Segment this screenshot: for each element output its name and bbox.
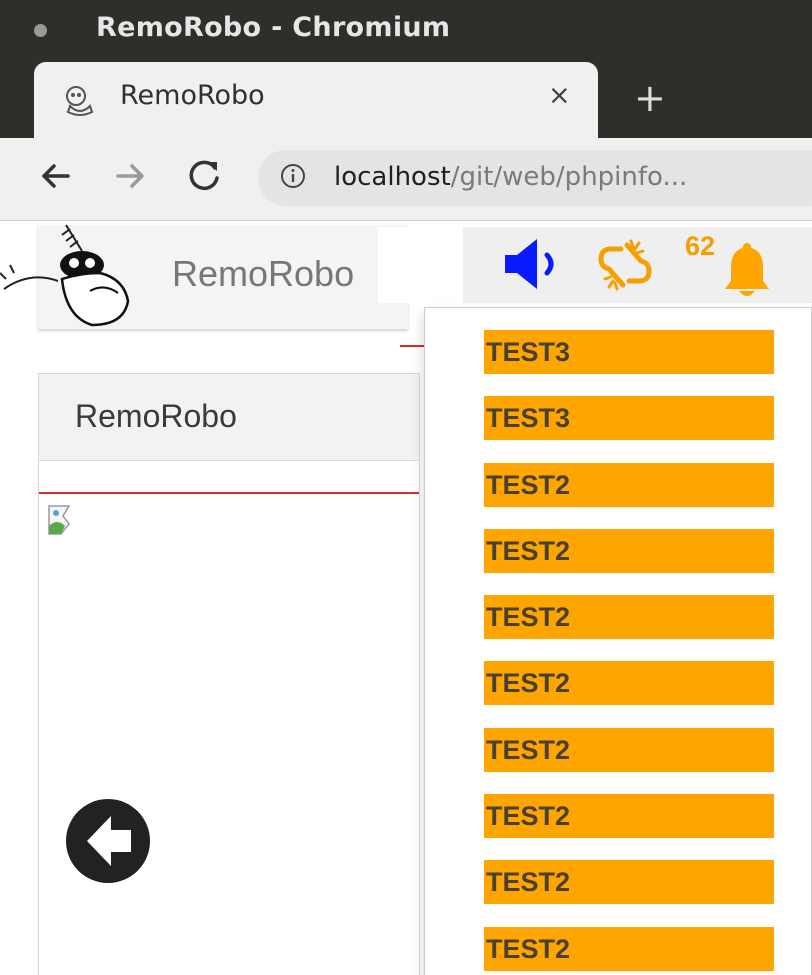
browser-toolbar: localhost/git/web/phpinfo... [0,138,812,221]
back-circle-icon[interactable] [63,796,153,886]
address-bar[interactable]: localhost/git/web/phpinfo... [258,150,812,206]
brand-name[interactable]: RemoRobo [172,253,354,295]
notification-item[interactable]: TEST3 [484,330,774,374]
tab-close-icon[interactable]: × [548,80,571,111]
tab-strip: RemoRobo × + [0,62,812,140]
notification-label: TEST2 [486,536,571,566]
notification-item[interactable]: TEST2 [484,661,774,705]
broken-image-icon [48,505,71,535]
content-panel: RemoRobo [38,373,420,975]
info-icon[interactable] [280,163,306,189]
robot-logo-icon[interactable] [0,221,140,331]
back-arrow-icon[interactable] [34,154,78,198]
notification-item[interactable]: TEST2 [484,728,774,772]
notification-item[interactable]: TEST2 [484,860,774,904]
panel-divider [39,492,419,494]
robot-favicon-icon [66,86,94,116]
window-menu-dot-icon[interactable] [34,24,47,37]
notification-item[interactable]: TEST2 [484,595,774,639]
url-host: localhost [334,162,451,192]
notification-item[interactable]: TEST2 [484,463,774,507]
notification-item[interactable]: TEST3 [484,396,774,440]
tab-title: RemoRobo [120,80,265,111]
broken-link-icon[interactable] [595,237,655,293]
page-content: RemoRobo RemoRobo 62 TEST3 TEST3 TEST2 T… [0,221,812,975]
panel-header: RemoRobo [39,374,419,461]
speaker-icon[interactable] [501,235,565,293]
reload-icon[interactable] [182,154,226,198]
window-titlebar: RemoRobo - Chromium [0,0,812,62]
notification-label: TEST2 [486,735,571,765]
notification-item[interactable]: TEST2 [484,927,774,971]
forward-arrow-icon[interactable] [108,154,152,198]
notification-label: TEST3 [486,337,571,367]
navbar-gap [378,227,464,303]
notification-item[interactable]: TEST2 [484,794,774,838]
window-title: RemoRobo - Chromium [96,12,451,43]
notification-label: TEST2 [486,934,571,964]
notifications-dropdown: TEST3 TEST3 TEST2 TEST2 TEST2 TEST2 TEST… [424,307,812,975]
notification-count-badge: 62 [685,231,716,261]
bell-icon[interactable] [717,239,777,299]
notification-label: TEST2 [486,867,571,897]
notification-label: TEST2 [486,668,571,698]
url-text[interactable]: localhost/git/web/phpinfo... [334,162,687,192]
notification-label: TEST3 [486,403,571,433]
notification-label: TEST2 [486,602,571,632]
new-tab-icon[interactable]: + [634,76,666,120]
notification-label: TEST2 [486,470,571,500]
notification-label: TEST2 [486,801,571,831]
tab-remorobo[interactable]: RemoRobo × [34,62,598,140]
navbar-actions: 62 [463,227,812,303]
url-path: /git/web/phpinfo... [450,162,688,192]
panel-title: RemoRobo [75,398,237,434]
notification-item[interactable]: TEST2 [484,529,774,573]
